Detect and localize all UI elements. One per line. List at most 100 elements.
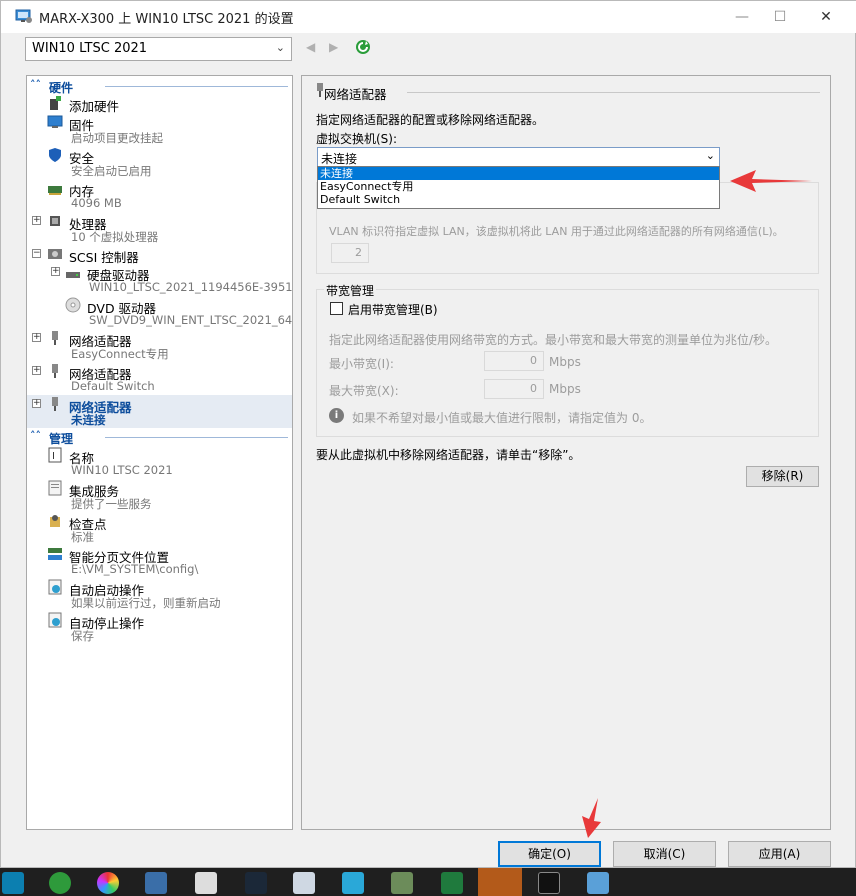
- min-bandwidth-unit: Mbps: [549, 355, 581, 369]
- hyperv-settings-icon: [15, 9, 32, 23]
- vm-selector-value: WIN10 LTSC 2021: [32, 41, 148, 56]
- dvd-disc-icon: [65, 297, 81, 313]
- tree-item-network-adapter-2[interactable]: + 网络适配器 Default Switch: [27, 362, 292, 395]
- bandwidth-header: 带宽管理: [324, 282, 377, 299]
- tree-item-scsi-controller[interactable]: − SCSI 控制器: [27, 245, 292, 265]
- expand-icon[interactable]: +: [32, 366, 41, 375]
- virtual-switch-select[interactable]: 未连接 ⌄: [317, 147, 720, 167]
- panel-title: 网络适配器: [324, 87, 387, 102]
- taskbar-app-icon[interactable]: [49, 872, 71, 894]
- tree-item-checkpoints[interactable]: 检查点 标准: [27, 512, 292, 545]
- tree-item-integration-services[interactable]: 集成服务 提供了一些服务: [27, 479, 292, 512]
- firmware-icon: [47, 115, 63, 128]
- management-section-header[interactable]: ˄˄ 管理: [27, 429, 292, 446]
- bandwidth-description: 指定此网络适配器使用网络带宽的方式。最小带宽和最大带宽的测量单位为兆位/秒。: [329, 333, 778, 347]
- taskbar-app-icon[interactable]: [391, 872, 413, 894]
- taskbar-app-icon[interactable]: [587, 872, 609, 894]
- taskbar-app-icon[interactable]: [195, 872, 217, 894]
- collapse-chevron-icon: ˄˄: [30, 78, 41, 91]
- max-bandwidth-input[interactable]: 0: [484, 379, 544, 399]
- tree-item-dvd-drive[interactable]: DVD 驱动器 SW_DVD9_WIN_ENT_LTSC_2021_64B...: [27, 296, 292, 329]
- min-bandwidth-input[interactable]: 0: [484, 351, 544, 371]
- annotation-arrow-icon: [582, 798, 601, 838]
- taskbar-app-icon[interactable]: [2, 872, 24, 894]
- expand-icon[interactable]: +: [32, 399, 41, 408]
- name-card-icon: I: [48, 447, 62, 463]
- auto-start-icon: [48, 579, 62, 595]
- svg-text:I: I: [52, 451, 55, 462]
- settings-tree: ˄˄ 硬件 添加硬件 固件 启动项目更改挂起 安全 安全启动已启用 内存 409…: [26, 75, 293, 830]
- back-arrow-icon[interactable]: ◀: [306, 40, 315, 54]
- expand-icon[interactable]: +: [51, 267, 60, 276]
- max-bandwidth-label: 最大带宽(X):: [329, 384, 399, 398]
- memory-icon: [48, 186, 62, 195]
- tree-item-auto-stop[interactable]: 自动停止操作 保存: [27, 611, 292, 644]
- settings-window: MARX-X300 上 WIN10 LTSC 2021 的设置 — ☐ ✕ WI…: [0, 0, 856, 868]
- processor-icon: [50, 216, 60, 226]
- apply-button[interactable]: 应用(A): [728, 841, 831, 867]
- tree-item-name[interactable]: I 名称 WIN10 LTSC 2021: [27, 446, 292, 479]
- bandwidth-checkbox-label: 启用带宽管理(B): [348, 303, 438, 317]
- taskbar-active-app-icon[interactable]: [478, 868, 522, 896]
- taskbar-app-icon[interactable]: [145, 872, 167, 894]
- taskbar: [0, 868, 856, 896]
- integration-services-icon: [48, 480, 62, 496]
- max-bandwidth-unit: Mbps: [549, 382, 581, 396]
- chevron-down-icon: ⌄: [275, 41, 285, 54]
- annotation-arrow-icon: [730, 170, 812, 192]
- taskbar-app-icon[interactable]: [293, 872, 315, 894]
- expand-icon[interactable]: +: [32, 333, 41, 342]
- switch-option-default-switch[interactable]: Default Switch: [318, 193, 719, 206]
- vm-selector[interactable]: WIN10 LTSC 2021 ⌄: [25, 37, 292, 61]
- collapse-icon[interactable]: −: [32, 249, 41, 258]
- auto-stop-icon: [48, 612, 62, 628]
- taskbar-app-icon[interactable]: [97, 872, 119, 894]
- switch-option-easyconnect[interactable]: EasyConnect专用: [318, 180, 719, 193]
- switch-option-unconnected[interactable]: 未连接: [318, 167, 719, 180]
- cancel-button[interactable]: 取消(C): [613, 841, 716, 867]
- tree-item-processor[interactable]: + 处理器 10 个虚拟处理器: [27, 212, 292, 245]
- window-title: MARX-X300 上 WIN10 LTSC 2021 的设置: [39, 12, 294, 27]
- virtual-switch-label: 虚拟交换机(S):: [316, 132, 398, 146]
- min-bandwidth-label: 最小带宽(I):: [329, 357, 394, 371]
- forward-arrow-icon[interactable]: ▶: [329, 40, 338, 54]
- tree-item-auto-start[interactable]: 自动启动操作 如果以前运行过，则重新启动: [27, 578, 292, 611]
- tree-item-memory[interactable]: 内存 4096 MB: [27, 179, 292, 212]
- vlan-description: VLAN 标识符指定虚拟 LAN，该虚拟机将此 LAN 用于通过此网络适配器的所…: [329, 225, 784, 238]
- tree-item-network-adapter-1[interactable]: + 网络适配器 EasyConnect专用: [27, 329, 292, 362]
- info-icon: i: [329, 408, 344, 423]
- tree-item-hard-drive[interactable]: + 硬盘驱动器 WIN10_LTSC_2021_1194456E-3951-4.…: [27, 263, 292, 296]
- excel-icon[interactable]: [441, 872, 463, 894]
- terminal-icon[interactable]: [538, 872, 560, 894]
- remove-button[interactable]: 移除(R): [746, 466, 819, 487]
- taskbar-app-icon[interactable]: [342, 872, 364, 894]
- close-button[interactable]: ✕: [803, 1, 849, 33]
- vlan-id-input[interactable]: 2: [331, 243, 369, 263]
- virtual-switch-dropdown: 未连接 EasyConnect专用 Default Switch: [317, 166, 720, 209]
- maximize-button[interactable]: ☐: [757, 1, 803, 33]
- bandwidth-info-text: 如果不希望对最小值或最大值进行限制，请指定值为 0。: [352, 411, 652, 425]
- scsi-controller-icon: [48, 249, 62, 259]
- checkpoint-icon: [50, 515, 60, 527]
- collapse-chevron-icon: ˄˄: [30, 429, 41, 442]
- network-adapter-icon: [52, 364, 58, 378]
- hard-drive-icon: [66, 272, 80, 278]
- network-adapter-icon: [52, 397, 58, 411]
- tree-item-firmware[interactable]: 固件 启动项目更改挂起: [27, 113, 292, 146]
- smart-paging-icon: [48, 548, 62, 560]
- network-adapter-icon: [52, 331, 58, 345]
- taskbar-app-icon[interactable]: [245, 872, 267, 894]
- tree-item-network-adapter-3[interactable]: + 网络适配器 未连接: [27, 395, 292, 428]
- tree-item-security[interactable]: 安全 安全启动已启用: [27, 146, 292, 179]
- remove-description: 要从此虚拟机中移除网络适配器，请单击“移除”。: [316, 448, 581, 462]
- panel-description: 指定网络适配器的配置或移除网络适配器。: [316, 113, 545, 127]
- chevron-down-icon: ⌄: [705, 149, 715, 162]
- tree-item-smart-paging[interactable]: 智能分页文件位置 E:\VM_SYSTEM\config\: [27, 545, 292, 578]
- refresh-icon[interactable]: [355, 39, 371, 55]
- expand-icon[interactable]: +: [32, 216, 41, 225]
- bandwidth-checkbox[interactable]: [330, 302, 343, 315]
- tree-item-add-hardware[interactable]: 添加硬件: [27, 94, 292, 114]
- hardware-section-header[interactable]: ˄˄ 硬件: [27, 78, 292, 95]
- title-bar: MARX-X300 上 WIN10 LTSC 2021 的设置 — ☐ ✕: [1, 1, 856, 33]
- ok-button[interactable]: 确定(O): [498, 841, 601, 867]
